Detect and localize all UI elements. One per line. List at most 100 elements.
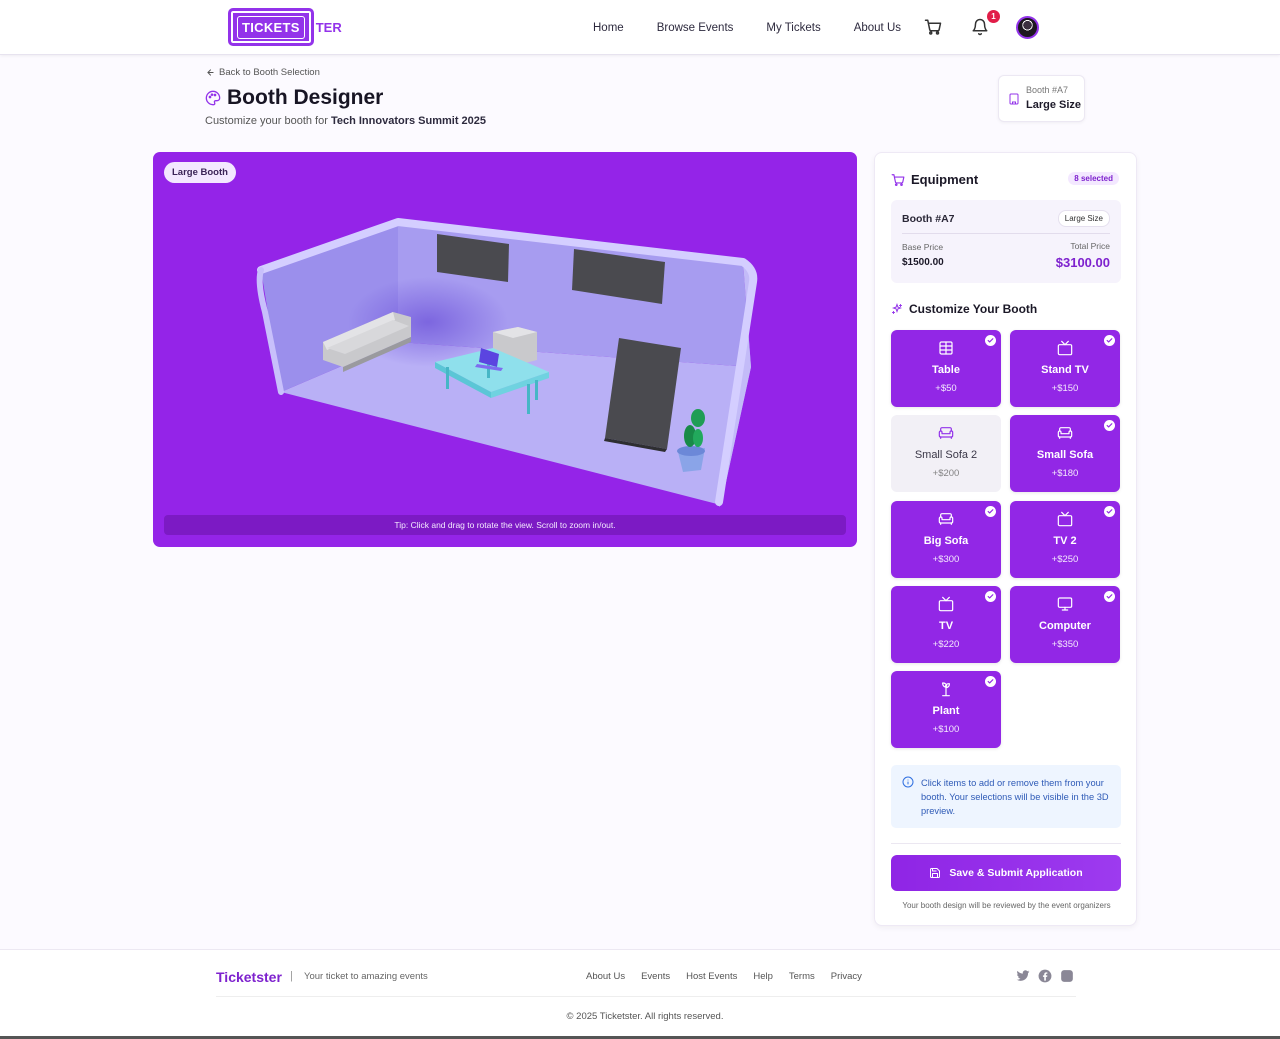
back-link-label: Back to Booth Selection [219,67,320,78]
booth-3d-viewer[interactable]: Large Booth Tip: Click and drag to rotat… [153,152,857,547]
save-icon [930,868,941,878]
equipment-item-small-sofa[interactable]: Small Sofa +$180 [1010,415,1120,492]
booth-size-tag: Large Booth [164,162,236,183]
nav-about-us[interactable]: About Us [854,22,901,34]
equipment-item-price: +$350 [1051,639,1079,650]
booth-chip-number: Booth #A7 [1026,85,1069,95]
tv-icon [1057,511,1073,527]
page-title: Booth Designer [227,86,384,109]
equipment-item-price: +$100 [932,724,960,735]
sparkles-icon [891,303,903,314]
footer-tagline: Your ticket to amazing events [304,971,428,982]
equipment-item-computer[interactable]: Computer +$350 [1010,586,1120,663]
equipment-header: Equipment [891,172,978,187]
footer-link-terms[interactable]: Terms [789,971,815,982]
footer-links: About Us Events Host Events Help Terms P… [586,971,862,982]
booth-chip-size: Large Size [1026,99,1082,111]
equipment-item-price: +$200 [932,468,960,479]
footer-link-events[interactable]: Events [641,971,670,982]
equipment-item-stand-tv[interactable]: Stand TV +$150 [1010,330,1120,407]
equipment-item-name: TV 2 [1053,535,1077,547]
footer-brand[interactable]: Ticketster [216,969,282,985]
equipment-item-price: +$50 [935,383,957,394]
nav-browse-events[interactable]: Browse Events [657,22,734,34]
equipment-item-tv-2[interactable]: TV 2 +$250 [1010,501,1120,578]
facebook-icon[interactable] [1038,969,1052,983]
top-navbar: TICKETS TER Home Browse Events My Ticket… [0,0,1280,55]
cart-icon [891,173,905,186]
footer-social [1016,969,1074,983]
footer-separator: | [290,970,293,982]
equipment-item-tv[interactable]: TV +$220 [891,586,1001,663]
summary-booth-name: Booth #A7 [902,213,955,225]
footer-link-about-us[interactable]: About Us [586,971,625,982]
nav-home[interactable]: Home [593,22,624,34]
table-icon [939,341,953,355]
summary-divider [902,233,1110,234]
equipment-item-name: Plant [932,705,960,717]
footer-link-privacy[interactable]: Privacy [831,971,862,982]
equipment-item-name: Computer [1039,620,1091,632]
twitter-icon[interactable] [1016,969,1030,983]
back-to-booth-selection-link[interactable]: Back to Booth Selection [206,67,320,78]
summary-booth-size: Large Size [1057,210,1110,227]
check-icon [1104,591,1115,602]
equipment-item-name: Small Sofa [1036,449,1094,461]
check-icon [1104,420,1115,431]
instagram-icon[interactable] [1060,969,1074,983]
base-price-value: $1500.00 [902,257,944,268]
equipment-item-price: +$250 [1051,554,1079,565]
building-icon [1009,93,1019,105]
footer-copyright: © 2025 Ticketster. All rights reserved. [566,1011,724,1022]
equipment-item-price: +$220 [932,639,960,650]
subtitle-prefix: Customize your booth for [205,115,328,127]
save-submit-button[interactable]: Save & Submit Application [891,855,1121,891]
main-nav: Home Browse Events My Tickets About Us [593,0,934,55]
logo-text-rest: TER [315,19,342,35]
booth-info-chip: Booth #A7 Large Size [998,75,1085,122]
footer-link-help[interactable]: Help [753,971,773,982]
footer-link-host-events[interactable]: Host Events [686,971,737,982]
check-icon [1104,335,1115,346]
save-button-label: Save & Submit Application [949,867,1083,879]
page-subtitle: Customize your booth for Tech Innovators… [205,115,486,127]
check-icon [985,335,996,346]
equipment-item-big-sofa[interactable]: Big Sofa +$300 [891,501,1001,578]
sofa-icon [938,427,954,439]
check-icon [1104,506,1115,517]
equipment-item-name: Stand TV [1041,364,1089,376]
footer-divider [216,996,1076,997]
page-title-row: Booth Designer [205,86,383,110]
palette-icon [205,90,221,106]
tv-icon [938,596,954,612]
selected-count-badge: 8 selected [1068,172,1119,185]
panel-divider [891,843,1121,844]
equipment-item-price: +$300 [932,554,960,565]
equipment-item-small-sofa-2[interactable]: Small Sofa 2 +$200 [891,415,1001,492]
equipment-item-name: Small Sofa 2 [914,449,978,461]
sofa-icon [1057,427,1073,439]
equipment-title: Equipment [911,172,979,187]
logo-text: TICKETS [237,15,305,39]
viewer-tip: Tip: Click and drag to rotate the view. … [164,515,846,535]
equipment-item-price: +$150 [1051,383,1079,394]
nav-my-tickets[interactable]: My Tickets [766,22,820,34]
customize-header: Customize Your Booth [891,302,1037,316]
arrow-left-icon [207,69,214,76]
monitor-icon [1057,597,1073,611]
ticketster-logo[interactable]: TICKETS TER [228,8,342,46]
equipment-panel: Equipment 8 selected Booth #A7 Large Siz… [874,152,1137,926]
cart-icon[interactable] [924,18,942,36]
bell-icon[interactable] [971,18,989,36]
check-icon [985,506,996,517]
tv-icon [1057,340,1073,356]
booth-3d-scene[interactable] [153,152,857,547]
notification-count-badge: 1 [987,10,1000,23]
equipment-item-name: Big Sofa [923,535,969,547]
review-note: Your booth design will be reviewed by th… [902,901,1111,910]
user-avatar[interactable] [1016,16,1039,39]
equipment-item-table[interactable]: Table +$50 [891,330,1001,407]
equipment-item-plant[interactable]: Plant +$100 [891,671,1001,748]
footer: Ticketster | Your ticket to amazing even… [0,949,1280,1039]
equipment-item-name: TV [938,620,954,632]
